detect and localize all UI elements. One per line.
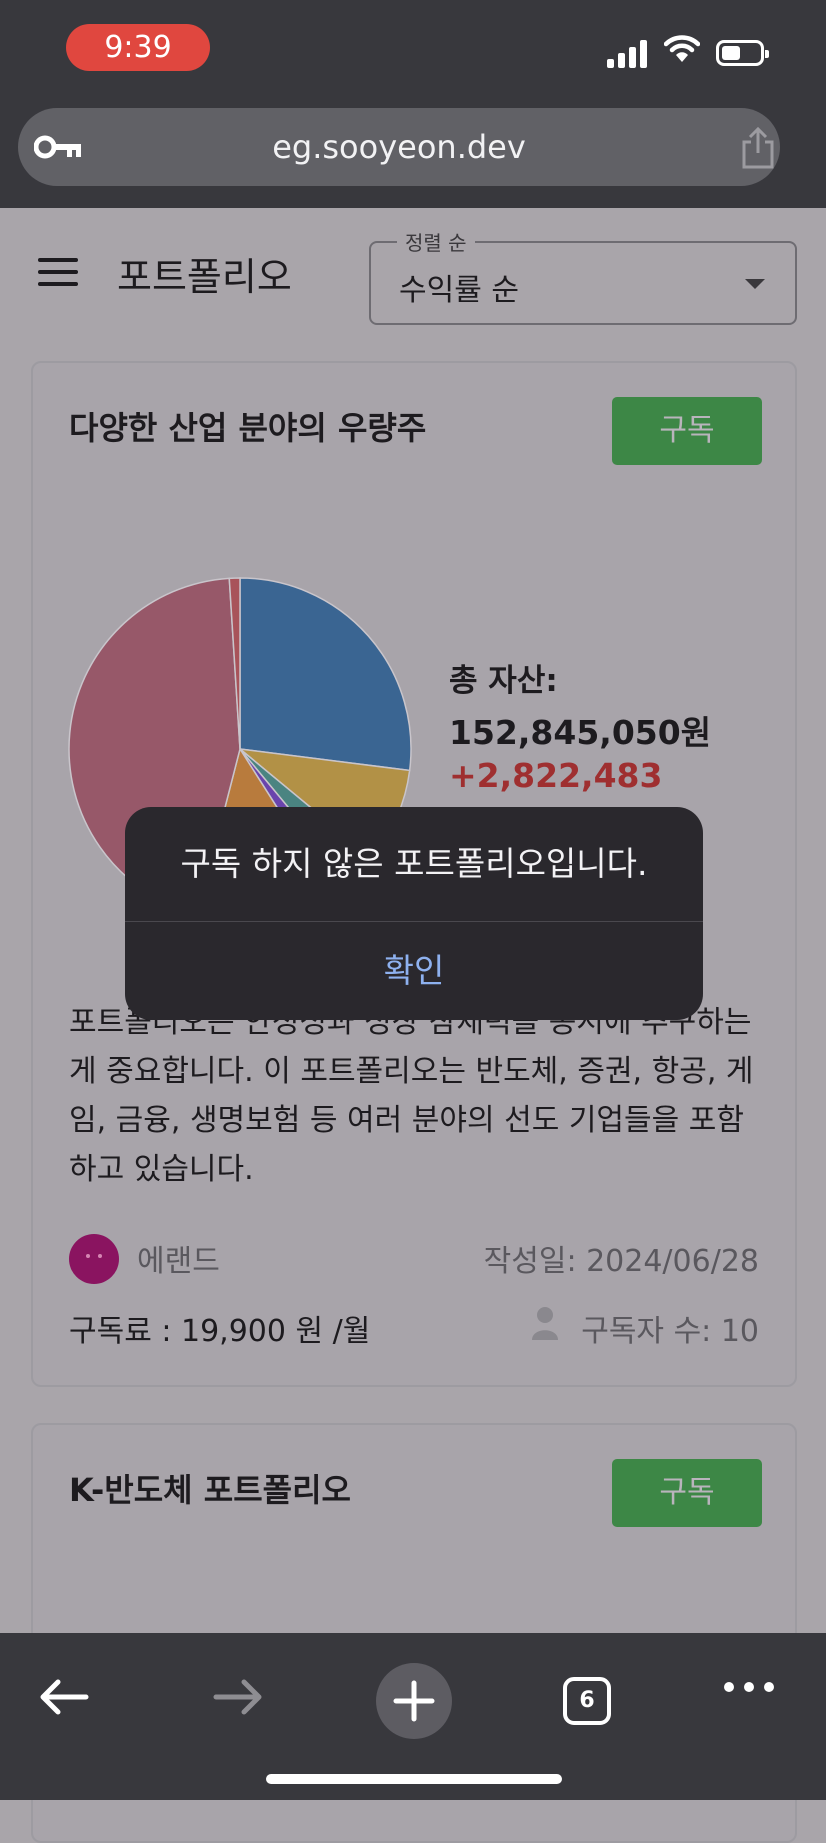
- sort-select[interactable]: 정렬 순 수익률 순: [369, 227, 797, 325]
- battery-icon: [716, 40, 769, 66]
- back-arrow-icon[interactable]: [38, 1677, 90, 1717]
- plus-icon: [393, 1680, 435, 1722]
- alert-confirm-button[interactable]: 확인: [125, 922, 703, 1020]
- portfolio-title: 다양한 산업 분야의 우량주: [69, 409, 427, 447]
- author-avatar: [69, 1234, 119, 1284]
- sort-select-value: 수익률 순: [399, 273, 519, 308]
- forward-arrow-icon[interactable]: [212, 1677, 264, 1717]
- browser-chrome-top: 9:39 eg.sooyeon.dev: [0, 0, 826, 208]
- more-icon[interactable]: [722, 1677, 776, 1697]
- author-name: 에랜드: [137, 1244, 220, 1279]
- new-tab-button[interactable]: [376, 1663, 452, 1739]
- total-assets-value: 152,845,050원: [449, 713, 712, 752]
- alert-dialog: 구독 하지 않은 포트폴리오입니다. 확인: [125, 807, 703, 1020]
- pie-slice: [239, 577, 412, 772]
- home-indicator: [266, 1774, 562, 1784]
- caret-down-icon: [745, 279, 765, 289]
- subscription-fee: 구독료 : 19,900 원 /월: [69, 1314, 371, 1349]
- status-time: 9:39: [66, 24, 210, 71]
- menu-icon[interactable]: [38, 258, 78, 286]
- cellular-signal-icon: [607, 38, 647, 68]
- created-date: 작성일: 2024/06/28: [483, 1244, 759, 1279]
- subscriber-count: 구독자 수: 10: [581, 1314, 759, 1349]
- address-bar[interactable]: eg.sooyeon.dev: [18, 108, 780, 186]
- share-icon[interactable]: [740, 126, 776, 170]
- portfolio-description: 포트폴리오는 안정성과 성장 잠재력을 동시에 추구하는게 중요합니다. 이 포…: [69, 1005, 754, 1187]
- tabs-button[interactable]: 6: [563, 1677, 611, 1725]
- total-assets-label: 총 자산:: [449, 663, 558, 699]
- person-icon: [532, 1307, 558, 1340]
- page-title: 포트폴리오: [117, 255, 292, 299]
- subscribe-button[interactable]: 구독: [612, 1459, 762, 1527]
- wifi-icon: [664, 35, 700, 62]
- sort-select-label: 정렬 순: [397, 227, 475, 256]
- portfolio-title: K-반도체 포트폴리오: [69, 1471, 351, 1509]
- browser-toolbar: 6: [0, 1633, 826, 1800]
- url-text: eg.sooyeon.dev: [272, 128, 526, 166]
- total-assets-change: +2,822,483: [449, 756, 663, 795]
- subscribe-button[interactable]: 구독: [612, 397, 762, 465]
- alert-message: 구독 하지 않은 포트폴리오입니다.: [180, 844, 648, 883]
